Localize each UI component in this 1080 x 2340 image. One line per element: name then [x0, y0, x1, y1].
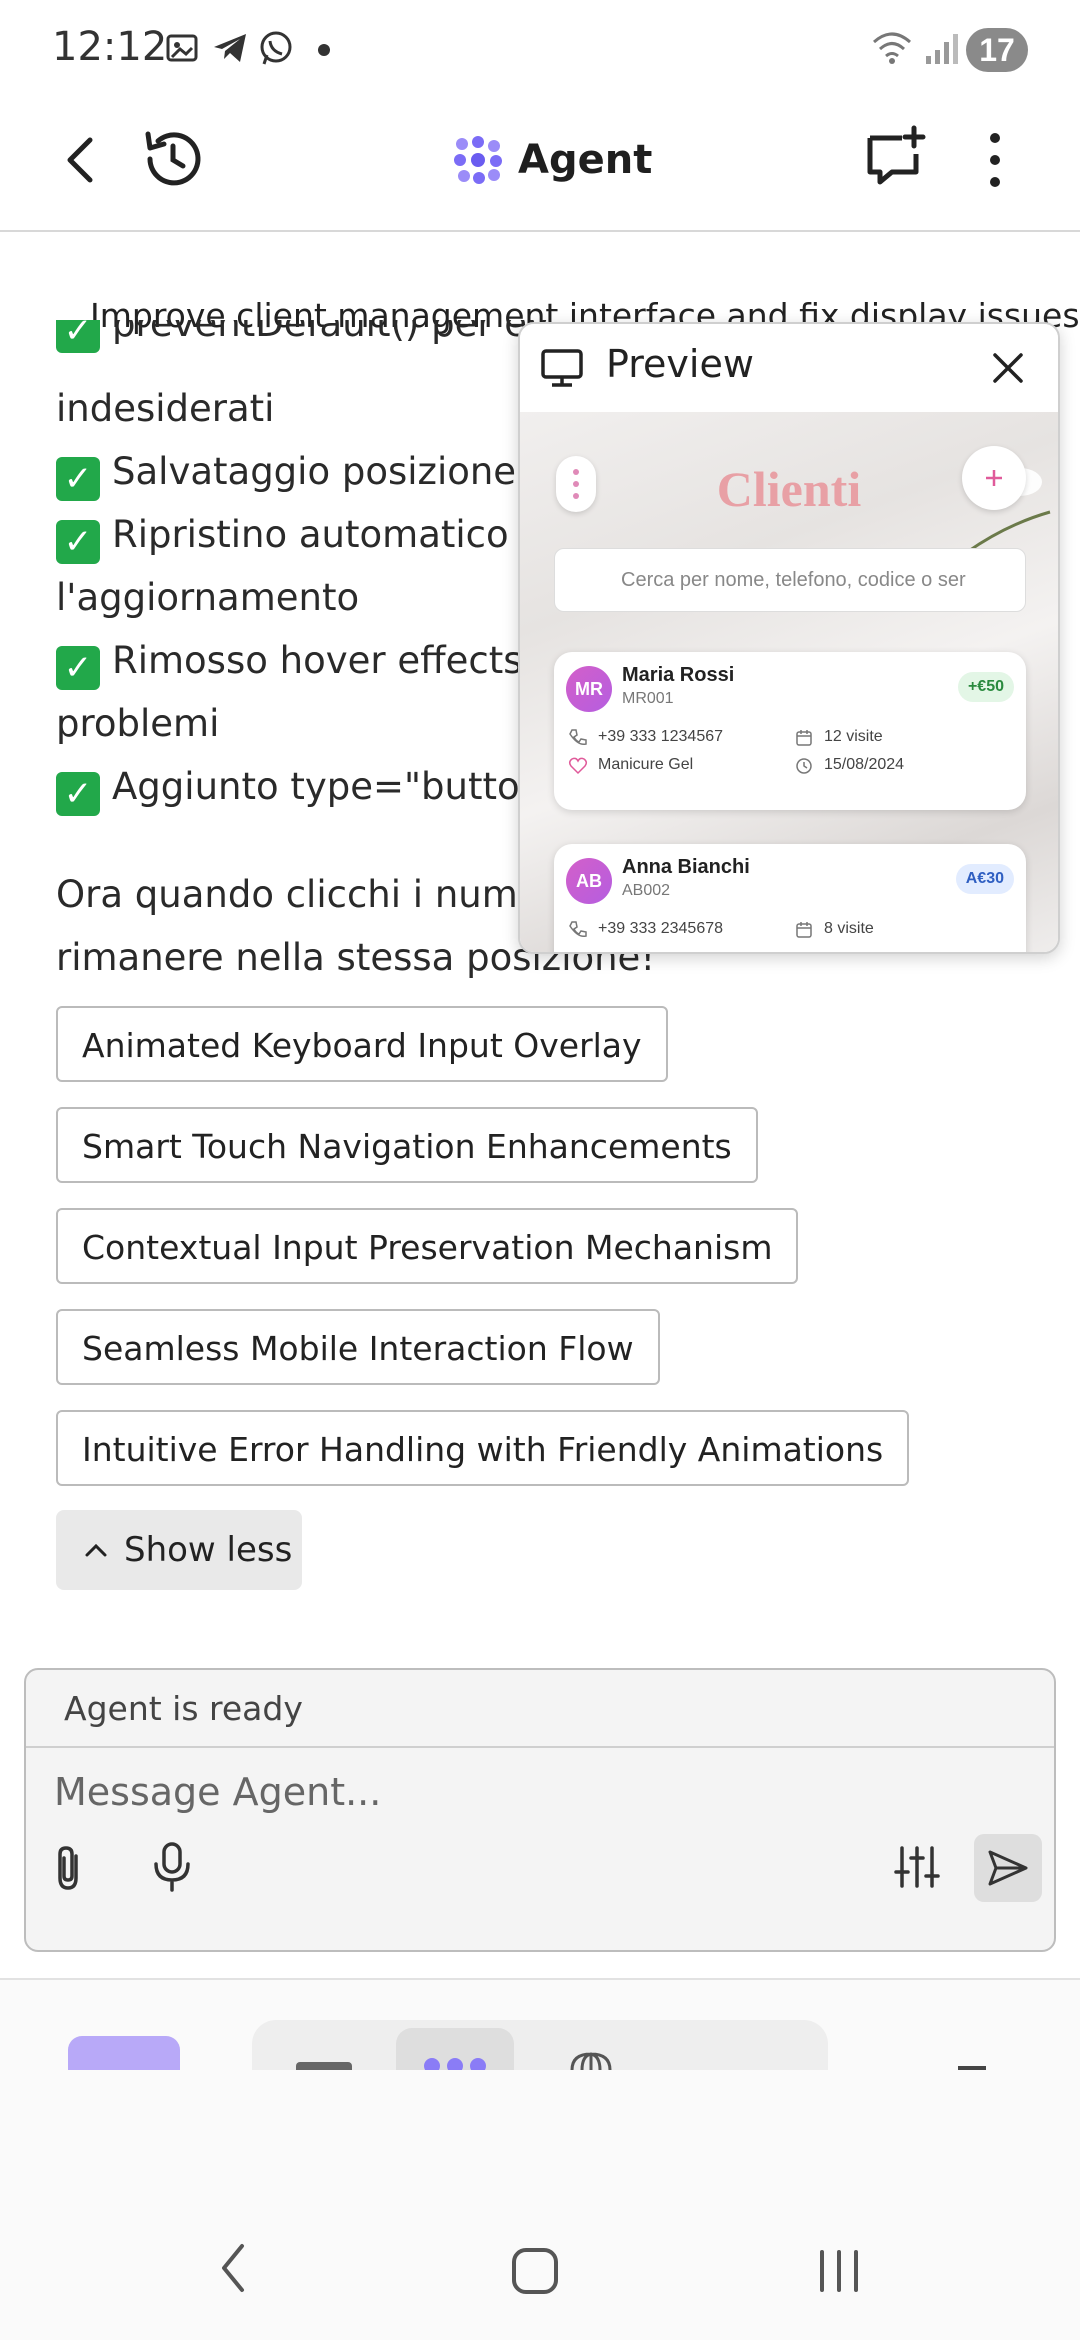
toolbar-tab-active[interactable]	[68, 2036, 180, 2070]
microphone-icon[interactable]	[150, 1840, 194, 1894]
message-input[interactable]: Message Agent...	[54, 1770, 381, 1814]
chat-line: ✓ Aggiunto type="button"	[56, 755, 560, 818]
client-search-input[interactable]: Cerca per nome, telefono, codice o ser	[554, 548, 1026, 612]
globe-icon[interactable]	[568, 2052, 614, 2070]
back-arrow-icon[interactable]	[56, 130, 106, 190]
status-badge: A€30	[955, 864, 1014, 894]
agent-dots-icon	[424, 2058, 486, 2070]
add-client-button[interactable]	[962, 446, 1026, 510]
gallery-notification-icon	[166, 34, 198, 62]
preview-header: Preview	[520, 324, 1058, 412]
message-composer: Agent is ready Message Agent...	[24, 1668, 1056, 1952]
suggestion-button[interactable]: Contextual Input Preservation Mechanism	[56, 1208, 799, 1284]
plus-icon	[986, 470, 1002, 486]
chat-line: l'aggiornamento	[56, 576, 360, 619]
chat-line: ✓ Salvataggio posizione s	[56, 440, 547, 503]
client-name: Anna Bianchi	[622, 856, 750, 878]
checkmark-icon: ✓	[56, 520, 100, 564]
avatar: AB	[566, 858, 612, 904]
whatsapp-icon	[260, 31, 292, 65]
preview-viewport: Clienti Cerca per nome, telefono, codice…	[520, 412, 1058, 952]
agent-logo-icon	[454, 136, 502, 184]
toolbar-item[interactable]	[296, 2062, 352, 2070]
preview-title: Preview	[606, 342, 754, 386]
chat-closing-line: Ora quando clicchi i numer	[56, 873, 556, 916]
toolbar-item[interactable]	[958, 2066, 986, 2070]
suggestion-button[interactable]: Smart Touch Navigation Enhancements	[56, 1107, 758, 1183]
page-title-text: Agent	[518, 137, 653, 183]
suggestion-button[interactable]: Seamless Mobile Interaction Flow	[56, 1309, 660, 1385]
chat-line: ✓ preventDefault() per ev	[56, 320, 549, 366]
heart-icon	[568, 757, 588, 775]
checkmark-icon: ✓	[56, 772, 100, 816]
new-chat-icon[interactable]	[864, 124, 930, 190]
app-header: Agent	[0, 100, 1080, 232]
show-less-label: Show less	[124, 1530, 293, 1570]
client-card[interactable]: MR Maria Rossi MR001 +€50 +39 333 123456…	[554, 652, 1026, 810]
monitor-icon	[541, 349, 583, 387]
client-service: Manicure Gel	[598, 756, 694, 773]
system-recents-icon[interactable]	[814, 2248, 864, 2294]
client-phone: +39 333 2345678	[598, 920, 724, 937]
client-phone: +39 333 1234567	[598, 728, 724, 745]
chat-line: problemi	[56, 702, 220, 745]
phone-icon	[569, 921, 587, 938]
client-code: AB002	[622, 882, 671, 899]
client-name: Maria Rossi	[622, 664, 735, 686]
attach-icon[interactable]	[48, 1842, 92, 1894]
checkmark-icon: ✓	[56, 457, 100, 501]
checkmark-icon: ✓	[56, 646, 100, 690]
show-less-button[interactable]: Show less	[56, 1510, 302, 1590]
more-options-icon[interactable]	[980, 128, 1010, 192]
bottom-area	[0, 1980, 1080, 2340]
settings-sliders-icon[interactable]	[892, 1842, 942, 1892]
history-icon[interactable]	[140, 126, 206, 192]
client-visits: 8 visite	[824, 920, 874, 937]
chevron-up-icon	[85, 1543, 107, 1557]
chat-line: indesiderati	[56, 387, 275, 430]
status-badge: +€50	[957, 672, 1014, 702]
wifi-icon	[873, 32, 911, 64]
chat-line: ✓ Ripristino automatico d	[56, 503, 544, 566]
avatar: MR	[566, 666, 612, 712]
calendar-icon	[796, 922, 812, 938]
system-home-icon[interactable]	[510, 2246, 560, 2296]
chat-line: ✓ Rimosso hover effects c	[56, 629, 555, 692]
status-time: 12:12	[52, 24, 168, 70]
signal-icon	[926, 34, 958, 64]
send-icon	[988, 1850, 1028, 1886]
client-last-date: 15/08/2024	[824, 756, 905, 773]
battery-indicator: 17	[966, 28, 1028, 72]
send-button[interactable]	[974, 1834, 1042, 1902]
toolbar-item-selected[interactable]	[396, 2028, 514, 2070]
page-title: Agent	[452, 128, 652, 192]
client-code: MR001	[622, 690, 674, 707]
bottom-toolbar	[252, 2020, 828, 2070]
phone-icon	[569, 729, 587, 746]
telegram-icon	[214, 34, 246, 62]
suggestion-button[interactable]: Animated Keyboard Input Overlay	[56, 1006, 668, 1082]
calendar-icon	[796, 730, 812, 746]
more-notifications-dot	[318, 44, 330, 56]
agent-status: Agent is ready	[26, 1670, 1054, 1748]
suggestion-button[interactable]: Intuitive Error Handling with Friendly A…	[56, 1410, 910, 1486]
clock-icon	[796, 758, 812, 774]
preview-panel: Preview Clienti Cerca per nome, telefono…	[518, 322, 1060, 954]
checkmark-icon: ✓	[56, 320, 100, 353]
client-visits: 12 visite	[824, 728, 883, 745]
client-card[interactable]: AB Anna Bianchi AB002 A€30 +39 333 23456…	[554, 844, 1026, 952]
close-icon[interactable]	[990, 350, 1026, 386]
system-back-icon[interactable]	[214, 2240, 254, 2296]
